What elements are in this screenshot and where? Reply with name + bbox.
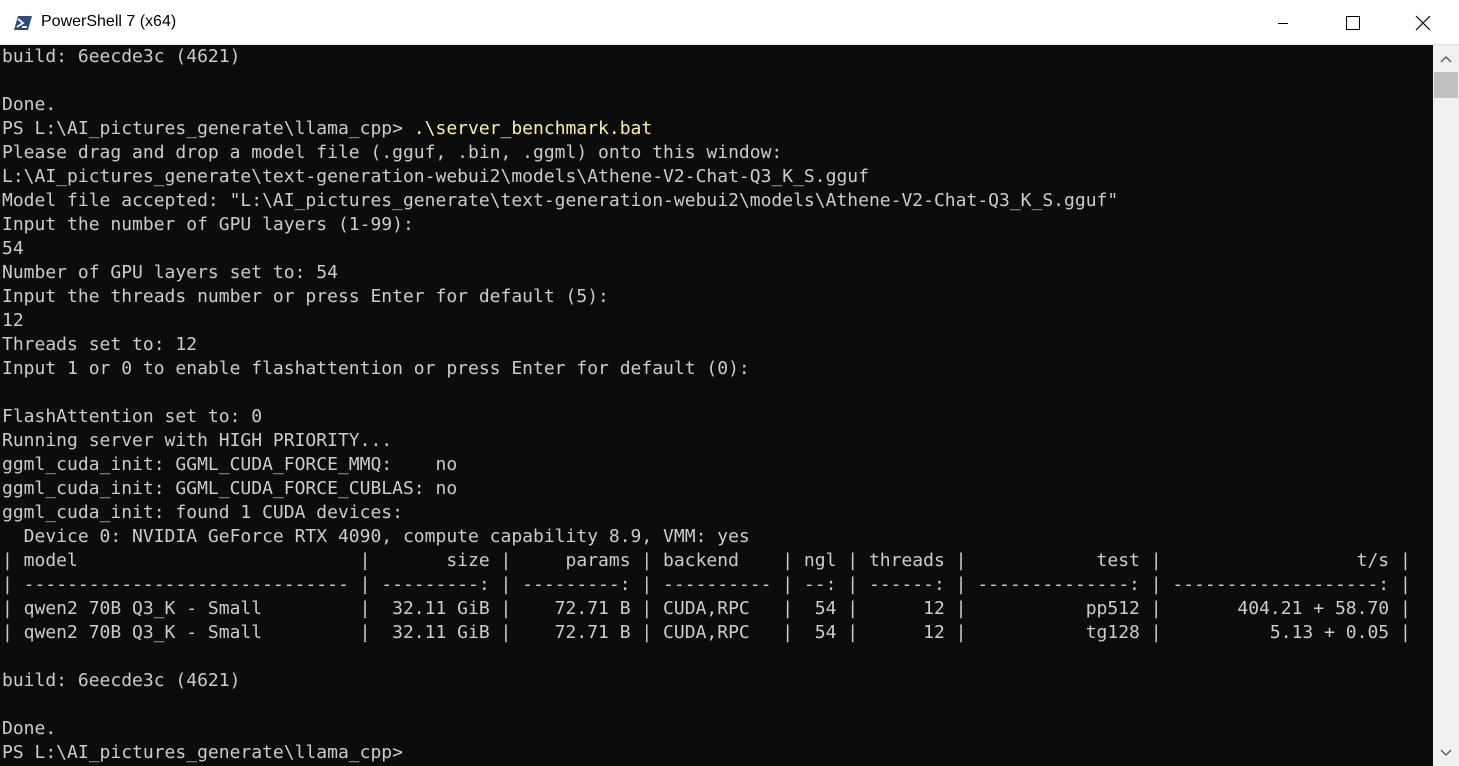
terminal-line: L:\AI_pictures_generate\text-generation-… — [2, 166, 869, 187]
maximize-icon — [1346, 15, 1360, 30]
prompt-text: PS L:\AI_pictures_generate\llama_cpp> — [2, 118, 414, 139]
terminal-line: ggml_cuda_init: GGML_CUDA_FORCE_MMQ: no — [2, 454, 458, 475]
terminal-line: Number of GPU layers set to: 54 — [2, 262, 338, 283]
terminal-line: FlashAttention set to: 0 — [2, 406, 263, 427]
terminal-output[interactable]: build: 6eecde3c (4621) Done. PS L:\AI_pi… — [0, 45, 1433, 766]
chevron-down-icon — [1440, 749, 1452, 757]
minimize-button[interactable] — [1248, 0, 1318, 45]
terminal-line: 54 — [2, 238, 24, 259]
scroll-up-button[interactable] — [1433, 47, 1459, 71]
terminal-line: build: 6eecde3c (4621) — [2, 670, 241, 691]
minimize-icon — [1278, 22, 1288, 24]
current-prompt: PS L:\AI_pictures_generate\llama_cpp> — [2, 742, 414, 763]
terminal-line: Device 0: NVIDIA GeForce RTX 4090, compu… — [2, 526, 750, 547]
terminal-line: Input 1 or 0 to enable flashattention or… — [2, 358, 750, 379]
benchmark-table-header: | model | size | params | backend | ngl … — [2, 550, 1411, 571]
benchmark-table-row: | qwen2 70B Q3_K - Small | 32.11 GiB | 7… — [2, 622, 1411, 643]
terminal-line: Running server with HIGH PRIORITY... — [2, 430, 393, 451]
terminal-line: 12 — [2, 310, 24, 331]
terminal-line: Please drag and drop a model file (.gguf… — [2, 142, 783, 163]
terminal-line: ggml_cuda_init: GGML_CUDA_FORCE_CUBLAS: … — [2, 478, 458, 499]
command-text: .\server_benchmark.bat — [413, 118, 653, 139]
close-icon — [1415, 15, 1431, 30]
powershell-icon — [14, 16, 32, 30]
terminal-line: Done. — [2, 718, 57, 739]
title-bar: PowerShell 7 (x64) — [0, 0, 1459, 45]
scrollbar-thumb[interactable] — [1434, 72, 1458, 98]
window-title: PowerShell 7 (x64) — [41, 13, 177, 30]
terminal-line: ggml_cuda_init: found 1 CUDA devices: — [2, 502, 403, 523]
scroll-down-button[interactable] — [1433, 741, 1459, 765]
close-button[interactable] — [1388, 0, 1458, 45]
terminal-line: Threads set to: 12 — [2, 334, 198, 355]
terminal-line: Input the number of GPU layers (1-99): — [2, 214, 414, 235]
terminal-line: Input the threads number or press Enter … — [2, 286, 609, 307]
vertical-scrollbar[interactable] — [1433, 45, 1459, 766]
terminal-line: Model file accepted: "L:\AI_pictures_gen… — [2, 190, 1119, 211]
benchmark-table-row: | qwen2 70B Q3_K - Small | 32.11 GiB | 7… — [2, 598, 1411, 619]
command-line: PS L:\AI_pictures_generate\llama_cpp> .\… — [2, 117, 652, 141]
chevron-up-icon — [1440, 55, 1452, 63]
maximize-button[interactable] — [1318, 0, 1388, 45]
terminal-line: build: 6eecde3c (4621) — [2, 46, 241, 67]
terminal-line: Done. — [2, 94, 57, 115]
benchmark-table-separator: | ------------------------------ | -----… — [2, 574, 1411, 595]
